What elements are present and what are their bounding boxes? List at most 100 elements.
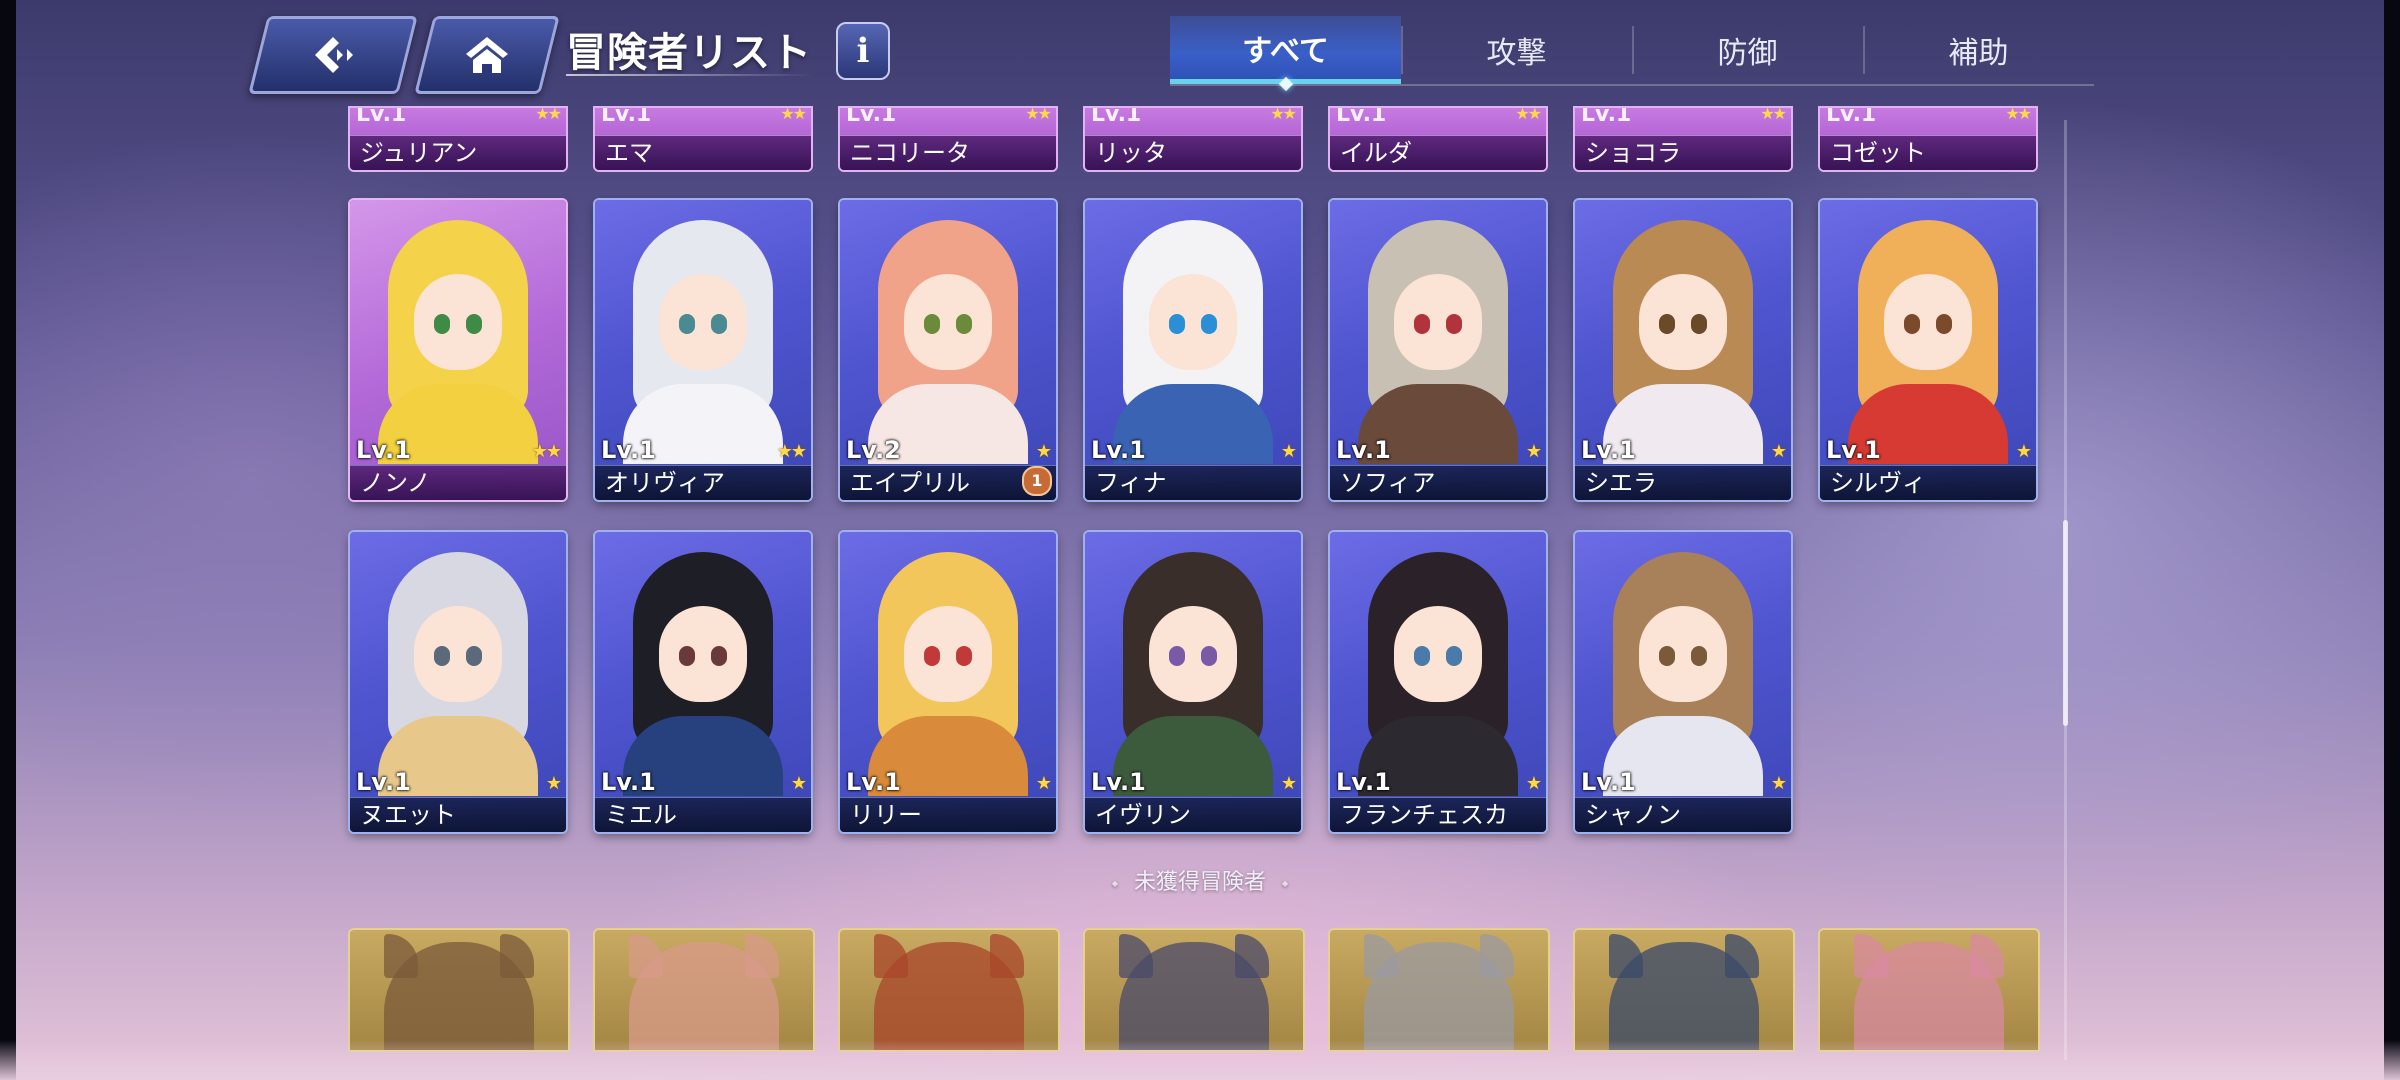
tab-attack[interactable]: 攻撃 bbox=[1401, 16, 1632, 84]
portrait-eye bbox=[679, 646, 695, 666]
level-label: Lv.1 bbox=[601, 768, 656, 796]
portrait-eye bbox=[1201, 646, 1217, 666]
rarity-stars-icon: ★★ bbox=[535, 108, 562, 123]
level-label: Lv.1 bbox=[1826, 108, 1877, 127]
tab-attack-label: 攻撃 bbox=[1486, 36, 1547, 71]
adventurer-name: リッタ bbox=[1085, 135, 1301, 170]
adventurer-name: シルヴィ bbox=[1820, 465, 2036, 500]
adventurer-name: エマ bbox=[595, 135, 811, 170]
portrait-face bbox=[1149, 274, 1237, 370]
portrait-eye bbox=[1169, 314, 1185, 334]
adventurer-name: イルダ bbox=[1330, 135, 1546, 170]
back-button[interactable] bbox=[248, 16, 418, 94]
adventurer-card[interactable]: Lv.1 ★★ オリヴィア bbox=[595, 200, 811, 500]
adventurer-card[interactable]: Lv.1 ★★ ノンノ bbox=[350, 200, 566, 500]
portrait-eye bbox=[711, 646, 727, 666]
rarity-stars-icon: ★★ bbox=[1515, 108, 1542, 123]
unacquired-adventurer-card[interactable] bbox=[1575, 930, 1793, 1050]
adventurer-card[interactable]: Lv.1 ★ ヌエット bbox=[350, 532, 566, 832]
adventurer-name-text: リリー bbox=[850, 801, 922, 829]
adventurer-card[interactable]: Lv.1 ★ フィナ bbox=[1085, 200, 1301, 500]
rarity-stars-icon: ★ bbox=[1770, 441, 1787, 462]
level-label: Lv.1 bbox=[846, 768, 901, 796]
adventurer-card[interactable]: Lv.1 ★ ミエル bbox=[595, 532, 811, 832]
unacquired-adventurer-card[interactable] bbox=[1085, 930, 1303, 1050]
adventurer-card-partial[interactable]: Lv.1 ★★ ニコリータ bbox=[840, 108, 1056, 170]
limit-break-badge: 1 bbox=[1022, 466, 1052, 496]
portrait-eye bbox=[1446, 314, 1462, 334]
adventurer-card-partial[interactable]: Lv.1 ★★ ジュリアン bbox=[350, 108, 566, 170]
back-arrow-icon bbox=[303, 31, 363, 79]
rarity-stars-icon: ★ bbox=[545, 773, 562, 794]
role-filter-tabs: すべて 攻撃 防御 補助 bbox=[1170, 16, 2094, 92]
adventurer-name: ノンノ bbox=[350, 465, 566, 500]
portrait-eye bbox=[924, 314, 940, 334]
level-label: Lv.1 bbox=[1336, 436, 1391, 464]
portrait-face bbox=[414, 274, 502, 370]
tab-support[interactable]: 補助 bbox=[1863, 16, 2094, 84]
level-label: Lv.1 bbox=[1826, 436, 1881, 464]
info-icon: i bbox=[856, 31, 870, 71]
adventurer-card-partial[interactable]: Lv.1 ★★ リッタ bbox=[1085, 108, 1301, 170]
adventurer-name: イヴリン bbox=[1085, 797, 1301, 832]
adventurer-name: ジュリアン bbox=[350, 135, 566, 170]
character-portrait bbox=[613, 546, 793, 796]
tab-all[interactable]: すべて bbox=[1170, 16, 1401, 92]
adventurer-name: シャノン bbox=[1575, 797, 1791, 832]
unacquired-adventurer-card[interactable] bbox=[1330, 930, 1548, 1050]
unacquired-adventurer-card[interactable] bbox=[1820, 930, 2038, 1050]
adventurer-card[interactable]: Lv.1 ★ シルヴィ bbox=[1820, 200, 2036, 500]
portrait-face bbox=[414, 606, 502, 702]
rarity-stars-icon: ★★ bbox=[531, 441, 562, 462]
portrait-eye bbox=[1691, 646, 1707, 666]
adventurer-name-text: ヌエット bbox=[360, 801, 456, 829]
adventurer-card-partial[interactable]: Lv.1 ★★ コゼット bbox=[1820, 108, 2036, 170]
portrait-eye bbox=[1169, 646, 1185, 666]
character-portrait bbox=[1103, 546, 1283, 796]
scrollbar-thumb[interactable] bbox=[2063, 520, 2068, 726]
info-button[interactable]: i bbox=[836, 22, 890, 80]
rarity-stars-icon: ★ bbox=[1035, 773, 1052, 794]
unacquired-adventurer-card[interactable] bbox=[350, 930, 568, 1050]
adventurer-name-text: ソフィア bbox=[1340, 469, 1436, 497]
tab-all-label: すべて bbox=[1242, 33, 1329, 69]
portrait-eye bbox=[1659, 646, 1675, 666]
level-label: Lv.1 bbox=[1091, 108, 1142, 127]
adventurer-card[interactable]: Lv.1 ★ シエラ bbox=[1575, 200, 1791, 500]
portrait-eye bbox=[956, 646, 972, 666]
adventurer-card[interactable]: Lv.1 ★ シャノン bbox=[1575, 532, 1791, 832]
adventurer-card-partial[interactable]: Lv.1 ★★ エマ bbox=[595, 108, 811, 170]
portrait-eye bbox=[1446, 646, 1462, 666]
adventurer-card[interactable]: Lv.2 ★ エイプリル 1 bbox=[840, 200, 1056, 500]
tab-divider-line bbox=[1170, 84, 2094, 86]
adventurer-card[interactable]: Lv.1 ★ ソフィア bbox=[1330, 200, 1546, 500]
home-button[interactable] bbox=[414, 16, 560, 94]
portrait-eye bbox=[434, 314, 450, 334]
rarity-stars-icon: ★ bbox=[1280, 441, 1297, 462]
level-label: Lv.1 bbox=[356, 436, 411, 464]
unacquired-adventurer-card[interactable] bbox=[840, 930, 1058, 1050]
character-portrait bbox=[1593, 546, 1773, 796]
unacquired-adventurer-card[interactable] bbox=[595, 930, 813, 1050]
adventurer-card[interactable]: Lv.1 ★ フランチェスカ bbox=[1330, 532, 1546, 832]
level-label: Lv.1 bbox=[1091, 768, 1146, 796]
portrait-face bbox=[659, 274, 747, 370]
adventurer-card-partial[interactable]: Lv.1 ★★ イルダ bbox=[1330, 108, 1546, 170]
adventurer-card-partial[interactable]: Lv.1 ★★ ショコラ bbox=[1575, 108, 1791, 170]
portrait-face bbox=[1149, 606, 1237, 702]
character-portrait bbox=[613, 214, 793, 464]
adventurer-card[interactable]: Lv.1 ★ イヴリン bbox=[1085, 532, 1301, 832]
rarity-stars-icon: ★★ bbox=[1270, 108, 1297, 123]
level-label: Lv.1 bbox=[1336, 768, 1391, 796]
tab-defense-label: 防御 bbox=[1717, 36, 1778, 71]
rarity-stars-icon: ★★ bbox=[776, 441, 807, 462]
portrait-eye bbox=[924, 646, 940, 666]
portrait-face bbox=[904, 606, 992, 702]
adventurer-card[interactable]: Lv.1 ★ リリー bbox=[840, 532, 1056, 832]
bottom-fade bbox=[0, 1040, 2400, 1080]
adventurer-name: リリー bbox=[840, 797, 1056, 832]
character-portrait bbox=[1103, 214, 1283, 464]
adventurer-name: ソフィア bbox=[1330, 465, 1546, 500]
portrait-eye bbox=[1936, 314, 1952, 334]
tab-defense[interactable]: 防御 bbox=[1632, 16, 1863, 84]
